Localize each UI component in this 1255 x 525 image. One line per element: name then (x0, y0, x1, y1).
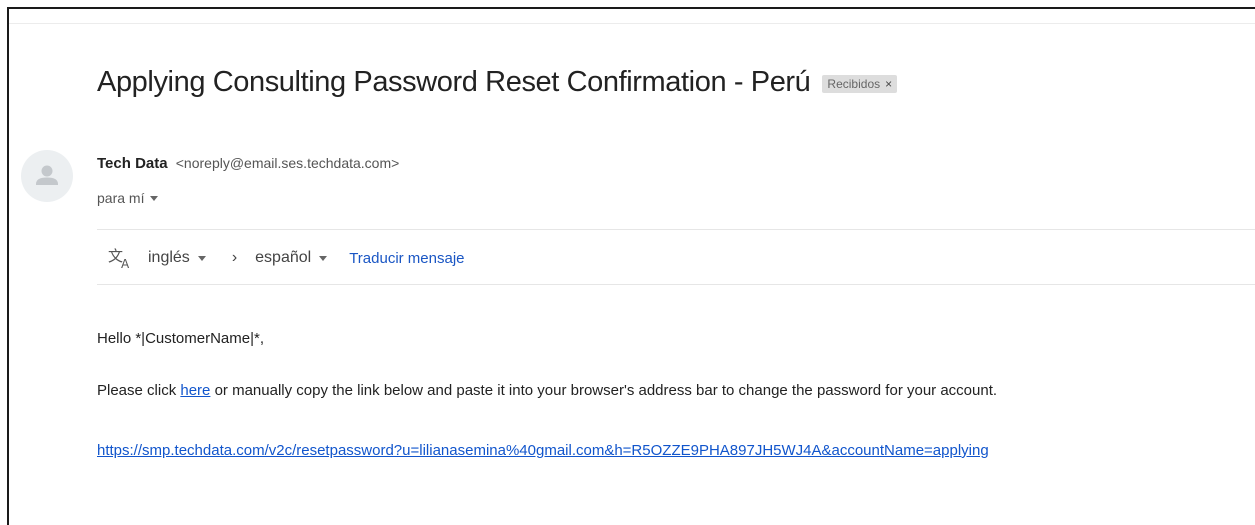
target-language-select[interactable]: español (255, 249, 328, 267)
label-chip-recibidos[interactable]: Recibidos × (822, 75, 898, 93)
translate-icon: 文 A (108, 247, 130, 269)
header-divider (97, 229, 1255, 230)
reset-password-link[interactable]: https://smp.techdata.com/v2c/resetpasswo… (97, 442, 989, 459)
greeting-text: Hello *|CustomerName|*, (97, 330, 265, 347)
chevron-down-icon (319, 255, 328, 261)
instruction-before: Please click (97, 382, 181, 399)
source-language-select[interactable]: inglés (148, 249, 206, 267)
translate-bar: 文 A inglés › español Traducir mensaje (108, 244, 465, 272)
subject-row: Applying Consulting Password Reset Confi… (97, 60, 898, 104)
source-language-label: inglés (148, 249, 190, 266)
recipient-text: para mí (97, 190, 145, 206)
chevron-right-icon: › (231, 249, 238, 266)
person-avatar-icon (36, 165, 58, 185)
chevron-down-icon (150, 195, 159, 201)
sender-email: <noreply@email.ses.techdata.com> (175, 155, 400, 171)
svg-text:A: A (121, 257, 130, 269)
sender-avatar[interactable] (21, 150, 73, 202)
sender-name[interactable]: Tech Data (97, 155, 168, 172)
here-link[interactable]: here (180, 382, 210, 399)
remove-label-icon[interactable]: × (885, 77, 892, 91)
reset-link-paragraph: https://smp.techdata.com/v2c/resetpasswo… (97, 442, 989, 459)
sender-line: Tech Data <noreply@email.ses.techdata.co… (97, 155, 399, 172)
chevron-down-icon (197, 255, 206, 261)
instruction-after: or manually copy the link below and past… (210, 382, 998, 399)
translate-message-link[interactable]: Traducir mensaje (349, 250, 464, 267)
instruction-paragraph: Please click here or manually copy the l… (97, 382, 997, 399)
recipient-details-toggle[interactable]: para mí (97, 190, 159, 206)
translate-divider (97, 284, 1255, 285)
label-chip-text: Recibidos (827, 77, 881, 91)
toolbar-strip (9, 9, 1255, 24)
target-language-label: español (255, 249, 312, 266)
email-subject: Applying Consulting Password Reset Confi… (97, 65, 811, 98)
